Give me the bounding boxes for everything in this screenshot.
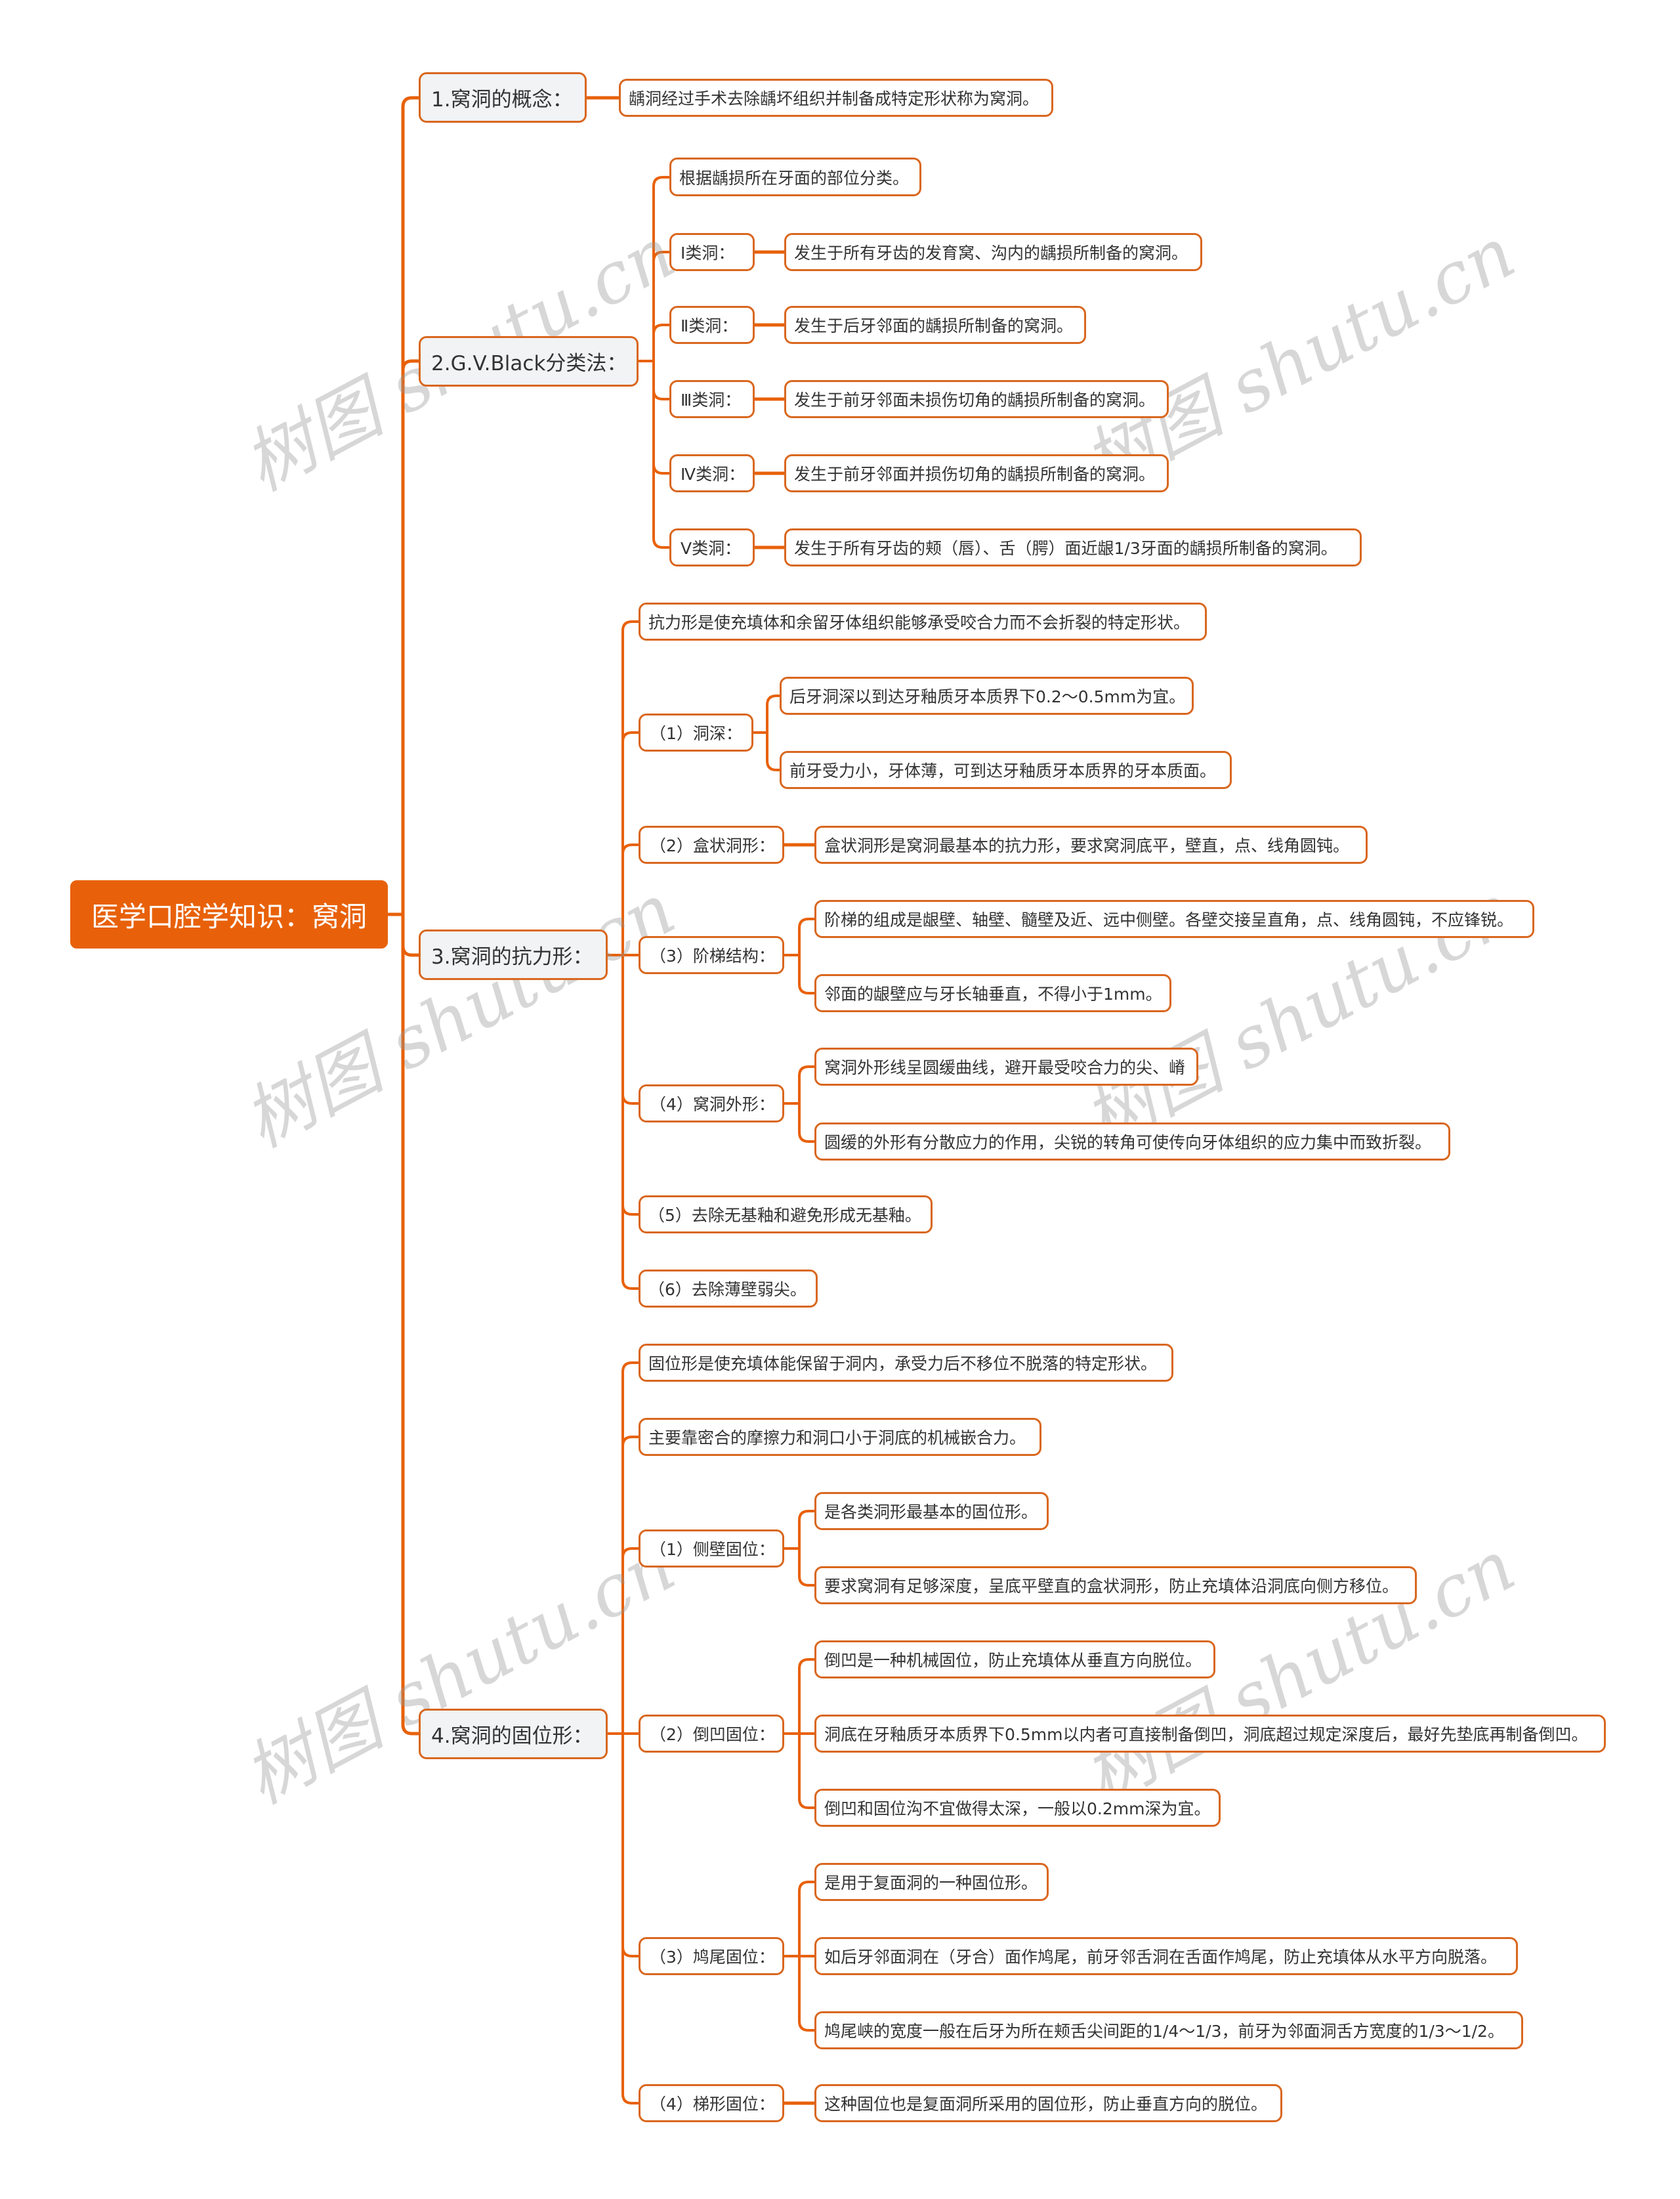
connector-line <box>798 955 814 994</box>
subtopic-node[interactable]: （1）侧壁固位： <box>639 1529 784 1568</box>
leaf-node[interactable]: 倒凹是一种机械固位，防止充填体从垂直方向脱位。 <box>814 1640 1215 1678</box>
connector-line <box>401 359 419 914</box>
subtopic-node[interactable]: （2）盒状洞形： <box>639 826 784 864</box>
connector-line <box>621 955 639 1290</box>
connector-line <box>652 361 669 400</box>
connector-line <box>401 914 419 1736</box>
connector-line <box>621 843 639 955</box>
connector-line <box>798 1734 814 1809</box>
connector-line <box>621 1734 639 2104</box>
class-node[interactable]: Ⅳ类洞： <box>669 454 755 492</box>
branch-retention-form[interactable]: 4.窝洞的固位形： <box>419 1709 608 1759</box>
connector-line <box>652 361 669 475</box>
subtopic-node[interactable]: （4）窝洞外形： <box>639 1084 784 1122</box>
root-topic[interactable]: 医学口腔学知识：窝洞 <box>70 880 388 949</box>
class-node[interactable]: Ⅴ类洞： <box>669 528 755 566</box>
class-node[interactable]: Ⅲ类洞： <box>669 380 755 418</box>
connector-line <box>652 324 669 361</box>
leaf-node[interactable]: 主要靠密合的摩擦力和洞口小于洞底的机械嵌合力。 <box>639 1418 1041 1456</box>
connector-line <box>621 955 639 1216</box>
leaf-node[interactable]: 倒凹和固位沟不宜做得太深，一般以0.2mm深为宜。 <box>814 1789 1221 1827</box>
leaf-node[interactable]: 阶梯的组成是龈壁、轴壁、髓壁及近、远中侧壁。各壁交接呈直角，点、线角圆钝，不应锋… <box>814 900 1534 938</box>
leaf-node[interactable]: 洞底在牙釉质牙本质界下0.5mm以内者可直接制备倒凹，洞底超过规定深度后，最好先… <box>814 1715 1606 1753</box>
subtopic-node[interactable]: （3）鸠尾固位： <box>639 1937 784 1975</box>
leaf-node[interactable]: 如后牙邻面洞在（牙合）面作鸠尾，前牙邻舌洞在舌面作鸠尾，防止充填体从水平方向脱落… <box>814 1937 1518 1975</box>
connector-line <box>798 1881 814 1956</box>
leaf-node[interactable]: （6）去除薄壁弱尖。 <box>639 1270 818 1308</box>
connector-line <box>401 914 419 957</box>
leaf-node[interactable]: 发生于所有牙齿的颊（唇）、舌（腭）面近龈1/3牙面的龋损所制备的窝洞。 <box>784 528 1362 566</box>
connector-line <box>401 96 419 914</box>
branch-concept[interactable]: 1.窝洞的概念： <box>419 72 587 123</box>
leaf-node[interactable]: 发生于所有牙齿的发育窝、沟内的龋损所制备的窝洞。 <box>784 233 1202 271</box>
leaf-node[interactable]: 发生于前牙邻面未损伤切角的龋损所制备的窝洞。 <box>784 380 1169 418</box>
connector-line <box>798 1658 814 1734</box>
branch-black-classification[interactable]: 2.G.V.Black分类法： <box>419 336 639 387</box>
connector-line <box>652 251 669 361</box>
connector-line <box>798 1956 814 2032</box>
leaf-node[interactable]: 前牙受力小，牙体薄，可到达牙釉质牙本质界的牙本质面。 <box>780 751 1232 789</box>
connector-line <box>798 1510 814 1548</box>
leaf-node[interactable]: （5）去除无基釉和避免形成无基釉。 <box>639 1195 933 1233</box>
leaf-node[interactable]: 鸠尾峡的宽度一般在后牙为所在颊舌尖间距的1/4～1/3，前牙为邻面洞舌方宽度的1… <box>814 2011 1523 2049</box>
connector-line <box>766 733 780 771</box>
class-node[interactable]: Ⅱ类洞： <box>669 306 755 344</box>
leaf-node[interactable]: 圆缓的外形有分散应力的作用，尖锐的转角可使传向牙体组织的应力集中而致折裂。 <box>814 1122 1450 1161</box>
subtopic-node[interactable]: （3）阶梯结构： <box>639 936 784 974</box>
connector-line <box>621 620 639 955</box>
leaf-node[interactable]: 发生于前牙邻面并损伤切角的龋损所制备的窝洞。 <box>784 454 1169 492</box>
leaf-node[interactable]: 后牙洞深以到达牙釉质牙本质界下0.2～0.5mm为宜。 <box>780 677 1194 715</box>
leaf-node[interactable]: 固位形是使充填体能保留于洞内，承受力后不移位不脱落的特定形状。 <box>639 1344 1173 1382</box>
leaf-node[interactable]: 根据龋损所在牙面的部位分类。 <box>669 158 921 196</box>
leaf-node[interactable]: 抗力形是使充填体和余留牙体组织能够承受咬合力而不会折裂的特定形状。 <box>639 603 1207 641</box>
subtopic-node[interactable]: （2）倒凹固位： <box>639 1715 784 1753</box>
mindmap-canvas: 树图 shutu.cn 树图 shutu.cn 树图 shutu.cn 树图 s… <box>0 0 1680 2199</box>
leaf-node[interactable]: 要求窝洞有足够深度，呈底平壁直的盒状洞形，防止充填体沿洞底向侧方移位。 <box>814 1566 1417 1604</box>
leaf-node[interactable]: 是各类洞形最基本的固位形。 <box>814 1492 1049 1530</box>
leaf-node[interactable]: 发生于后牙邻面的龋损所制备的窝洞。 <box>784 306 1086 344</box>
connector-line <box>621 1547 639 1734</box>
subtopic-node[interactable]: （4）梯形固位： <box>639 2084 784 2122</box>
leaf-node[interactable]: 龋洞经过手术去除龋坏组织并制备成特定形状称为窝洞。 <box>619 79 1053 117</box>
connector-line <box>798 1065 814 1103</box>
class-node[interactable]: Ⅰ类洞： <box>669 233 755 271</box>
connector-line <box>652 361 669 549</box>
leaf-node[interactable]: 这种固位也是复面洞所采用的固位形，防止垂直方向的脱位。 <box>814 2084 1282 2122</box>
leaf-node[interactable]: 窝洞外形线呈圆缓曲线，避开最受咬合力的尖、嵴 <box>814 1048 1198 1086</box>
connector-line <box>798 1548 814 1587</box>
leaf-node[interactable]: 邻面的龈壁应与牙长轴垂直，不得小于1mm。 <box>814 974 1171 1012</box>
leaf-node[interactable]: 盒状洞形是窝洞最基本的抗力形，要求窝洞底平，壁直，点、线角圆钝。 <box>814 826 1368 864</box>
connector-line <box>798 918 814 955</box>
branch-resistance-form[interactable]: 3.窝洞的抗力形： <box>419 929 608 980</box>
connector-line <box>621 955 639 1105</box>
connector-line <box>621 1436 639 1734</box>
subtopic-node[interactable]: （1）洞深： <box>639 714 753 752</box>
connector-line <box>766 694 780 733</box>
leaf-node[interactable]: 是用于复面洞的一种固位形。 <box>814 1863 1049 1901</box>
connector-line <box>621 1734 639 1957</box>
connector-line <box>798 1103 814 1143</box>
connector-line <box>652 176 669 361</box>
